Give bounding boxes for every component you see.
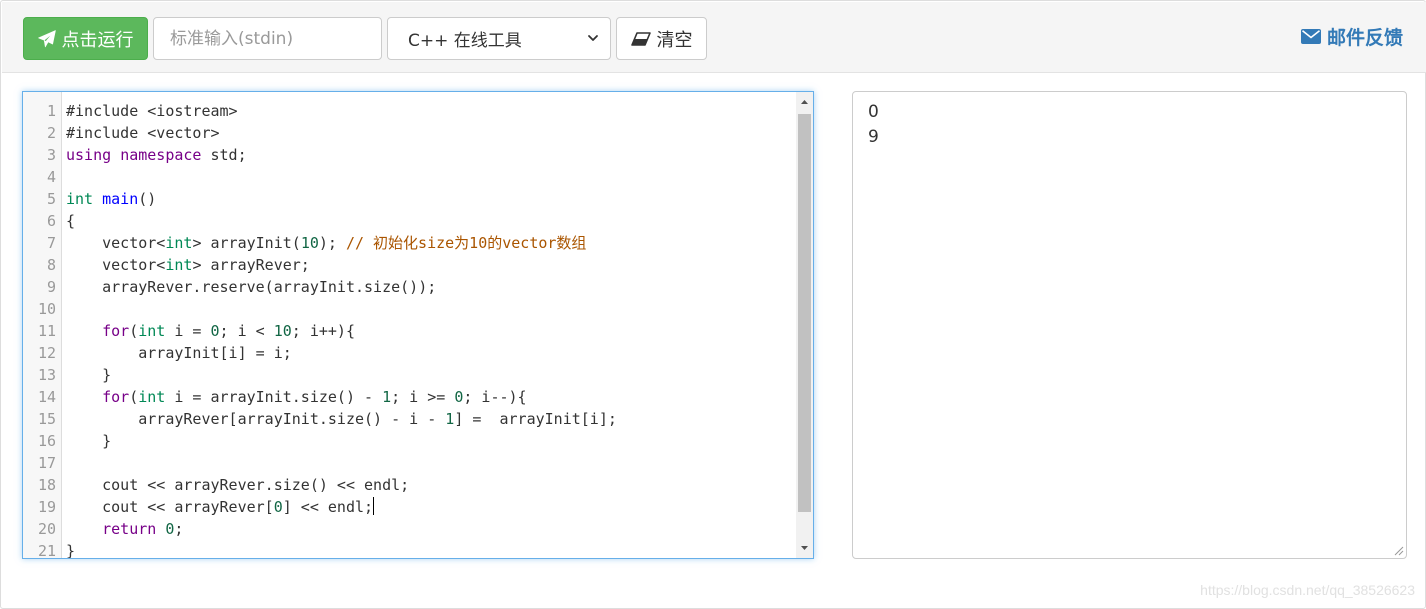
language-select-value: C++ 在线工具 — [408, 31, 522, 51]
line-number: 6 — [46, 212, 56, 230]
line-number: 1 — [46, 102, 56, 120]
output-area[interactable]: 0 9 — [852, 91, 1407, 559]
code-line-text: cout << arrayRever.size() << endl; — [66, 476, 410, 494]
toolbar: 点击运行 C++ 在线工具 清空 邮件反馈 — [2, 2, 1426, 73]
line-number: 19 — [37, 498, 56, 516]
code-line-text: arrayRever[arrayInit.size() - i - 1] = a… — [66, 410, 617, 428]
code-line[interactable]: 11 for(int i = 0; i < 10; i++){ — [23, 320, 796, 342]
code-line-text: #include <iostream> — [66, 102, 238, 120]
code-line-text: } — [66, 542, 76, 559]
code-line[interactable]: 18 cout << arrayRever.size() << endl; — [23, 474, 796, 496]
eraser-icon — [630, 31, 651, 46]
code-line[interactable]: 5 int main() — [23, 188, 796, 210]
line-number: 12 — [37, 344, 56, 362]
line-number: 17 — [37, 454, 56, 472]
code-line[interactable]: 14 for(int i = arrayInit.size() - 1; i >… — [23, 386, 796, 408]
code-line-text: for(int i = arrayInit.size() - 1; i >= 0… — [102, 388, 527, 406]
code-line[interactable]: 6{ — [23, 210, 796, 232]
code-line[interactable]: 2 #include <vector> — [23, 122, 796, 144]
code-line[interactable]: 17 — [23, 452, 796, 474]
output-line: 9 — [868, 127, 879, 147]
clear-button[interactable]: 清空 — [616, 17, 707, 60]
envelope-icon — [1301, 28, 1321, 44]
line-number: 2 — [46, 124, 56, 142]
code-line[interactable]: 7 vector<int> arrayInit(10); // 初始化size为… — [23, 232, 796, 254]
line-number: 15 — [37, 410, 56, 428]
code-line-text: int main() — [66, 190, 157, 208]
scrollbar-thumb[interactable] — [798, 114, 811, 512]
code-line-text: vector<int> arrayRever; — [66, 256, 310, 274]
editor-scrollbar[interactable] — [796, 92, 813, 558]
code-line-text: arrayInit[i] = i; — [66, 344, 292, 362]
code-line-text: #include <vector> — [66, 124, 220, 142]
feedback-label: 邮件反馈 — [1327, 26, 1404, 49]
code-line[interactable]: 8 vector<int> arrayRever; — [23, 254, 796, 276]
code-line-text: cout << arrayRever[0] << endl; — [66, 497, 375, 516]
line-number: 13 — [37, 366, 56, 384]
chevron-down-icon — [588, 35, 598, 41]
code-line[interactable]: 12 arrayInit[i] = i; — [23, 342, 796, 364]
code-line-text: } — [66, 432, 112, 450]
code-line[interactable]: 3 using namespace std; — [23, 144, 796, 166]
code-lines: 1 #include <iostream> 2 #include <vector> 3 u… — [23, 100, 796, 559]
code-line[interactable]: 10 — [23, 298, 796, 320]
run-button-label: 点击运行 — [61, 29, 134, 51]
code-line-text: arrayRever.reserve(arrayInit.size()); — [66, 278, 437, 296]
code-line-text: return 0; — [102, 520, 184, 538]
code-line[interactable]: 1 #include <iostream> — [23, 100, 796, 122]
code-line[interactable]: 16 } — [23, 430, 796, 452]
code-line[interactable]: 19 cout << arrayRever[0] << endl; — [23, 496, 796, 518]
code-line[interactable]: 21} — [23, 540, 796, 559]
code-line[interactable]: 20 return 0; — [23, 518, 796, 540]
scroll-down-arrow-icon[interactable] — [796, 539, 813, 556]
code-line[interactable]: 9 arrayRever.reserve(arrayInit.size()); — [23, 276, 796, 298]
code-line-text: using namespace std; — [66, 146, 247, 164]
code-line-text: for(int i = 0; i < 10; i++){ — [102, 322, 355, 340]
line-number: 20 — [37, 520, 56, 538]
code-line[interactable]: 13 } — [23, 364, 796, 386]
clear-button-label: 清空 — [656, 29, 693, 51]
line-number: 8 — [46, 256, 56, 274]
line-number: 10 — [37, 300, 56, 318]
code-line[interactable]: 15 arrayRever[arrayInit.size() - i - 1] … — [23, 408, 796, 430]
email-feedback-link[interactable]: 邮件反馈 — [1301, 22, 1403, 50]
resize-handle-icon[interactable] — [1392, 544, 1404, 556]
stdin-input[interactable] — [153, 17, 382, 60]
language-select[interactable]: C++ 在线工具 — [387, 17, 611, 60]
line-number: 21 — [37, 542, 56, 559]
watermark: https://blog.csdn.net/qq_38526623 — [1200, 582, 1415, 598]
run-button[interactable]: 点击运行 — [23, 17, 148, 60]
code-editor[interactable]: 1 #include <iostream> 2 #include <vector> 3 u… — [22, 91, 814, 559]
code-line[interactable]: 4 — [23, 166, 796, 188]
scroll-up-arrow-icon[interactable] — [796, 94, 813, 111]
code-line-text: vector<int> arrayInit(10); // 初始化size为10… — [66, 234, 587, 252]
line-number: 14 — [37, 388, 56, 406]
line-number: 16 — [37, 432, 56, 450]
output-line: 0 — [868, 102, 879, 122]
text-cursor — [373, 497, 375, 515]
code-runner-panel: 点击运行 C++ 在线工具 清空 邮件反馈 1#include <io — [0, 0, 1426, 609]
line-number: 7 — [46, 234, 56, 252]
line-number: 5 — [46, 190, 56, 208]
line-number: 18 — [37, 476, 56, 494]
paper-plane-icon — [37, 29, 56, 47]
code-line-text: { — [66, 212, 76, 230]
line-number: 3 — [46, 146, 56, 164]
code-line-text: } — [66, 366, 112, 384]
line-number: 9 — [46, 278, 56, 296]
line-number: 4 — [46, 168, 56, 186]
line-number: 11 — [37, 322, 56, 340]
